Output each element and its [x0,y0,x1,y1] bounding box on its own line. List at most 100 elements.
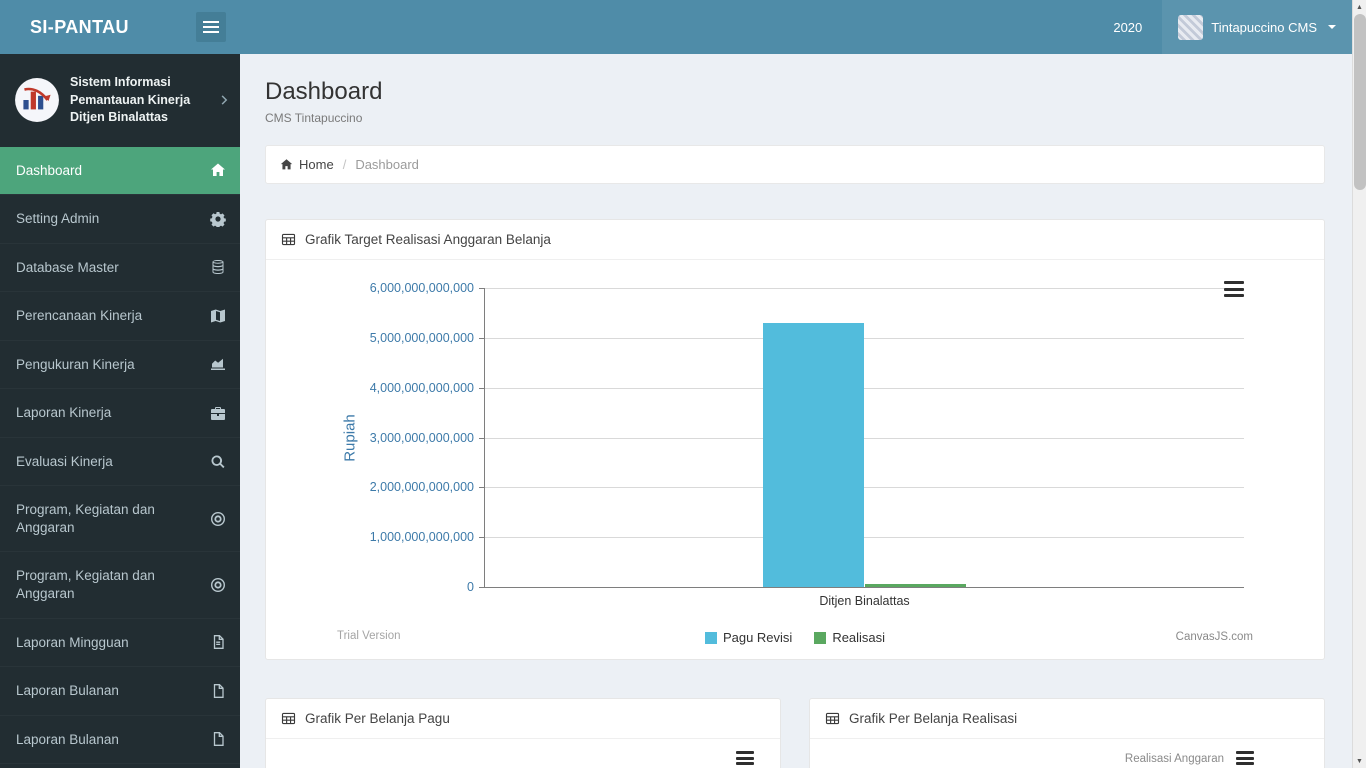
realisasi-chart-panel-title: Grafik Per Belanja Realisasi [849,711,1018,726]
sidebar-item-perencanaan-kinerja[interactable]: Perencanaan Kinerja [0,291,240,340]
legend-item-realisasi[interactable]: Realisasi [814,630,885,645]
content-header: Dashboard CMS Tintapuccino [265,78,1325,125]
breadcrumb-separator: / [342,157,347,172]
y-axis-tick-label: 0 [467,580,474,594]
sidebar-item-program-kegiatan-dan-anggaran[interactable]: Program, Kegiatan dan Anggaran [0,551,240,617]
top-navbar: SI-PANTAU 2020 Tintapuccino CMS [0,0,1352,54]
table-icon [281,232,296,247]
caret-down-icon [1328,25,1336,29]
gridline [485,387,1244,389]
x-axis-category-label: Ditjen Binalattas [819,594,910,608]
sidebar-item-program-kegiatan-dan-anggaran[interactable]: Program, Kegiatan dan Anggaran [0,485,240,551]
briefcase-icon [210,405,226,421]
sidebar-menu: Dashboard Setting Admin Database Master Per… [0,146,240,768]
realisasi-chart-panel: Grafik Per Belanja Realisasi Realisasi A… [809,698,1325,768]
sidebar-item-label: Evaluasi Kinerja [16,453,113,469]
main-chart-panel-title: Grafik Target Realisasi Anggaran Belanja [305,232,551,247]
axis-tick [479,537,485,539]
bullseye-icon [210,511,226,527]
axis-tick [479,387,485,389]
main-content: Dashboard CMS Tintapuccino Home / Dashbo… [240,54,1352,768]
canvasjs-credit-link[interactable]: CanvasJS.com [1176,631,1253,643]
legend-item-pagu-revisi[interactable]: Pagu Revisi [704,630,793,645]
sidebar-item-label: Laporan Bulanan [16,731,119,747]
database-icon [210,259,226,275]
file-alt-icon [210,731,226,747]
axis-tick [479,337,485,339]
sidebar-item-pengukuran-kinerja[interactable]: Pengukuran Kinerja [0,340,240,389]
sidebar-item-label: Laporan Bulanan [16,683,119,699]
gridline [485,288,1244,289]
chart-export-menu-button[interactable] [1236,751,1254,765]
breadcrumb: Home / Dashboard [265,145,1325,184]
user-name: Tintapuccino CMS [1211,19,1317,35]
app-brand[interactable]: SI-PANTAU [0,0,186,54]
page-scrollbar[interactable]: ▲ ▼ [1352,0,1366,768]
user-menu[interactable]: Tintapuccino CMS [1162,0,1352,54]
pagu-chart-area [266,739,780,768]
home-icon [280,158,293,171]
sidebar-item-label: Setting Admin [16,211,100,227]
search-icon [210,454,226,470]
sidebar-item-database-master[interactable]: Database Master [0,243,240,292]
gridline [485,537,1244,539]
main-chart-panel: Grafik Target Realisasi Anggaran Belanja… [265,219,1325,660]
chart-legend: Pagu Revisi Realisasi [266,630,1324,645]
file-icon [210,634,226,650]
gridline [485,437,1244,439]
realisasi-chart-panel-header: Grafik Per Belanja Realisasi [810,699,1324,739]
table-icon [825,711,840,726]
plot-area: 0 1,000,000,000,000 2,000,000,000,000 3,000… [370,281,1244,608]
file-alt-icon [210,683,226,699]
sidebar-item-label: Laporan Kinerja [16,405,112,421]
pagu-chart-panel-title: Grafik Per Belanja Pagu [305,711,450,726]
realisasi-chart-area: Realisasi Anggaran [810,739,1324,768]
chart-export-menu-button[interactable] [1224,281,1244,297]
home-icon [210,162,226,178]
chart-export-menu-button[interactable] [736,751,754,765]
y-axis-tick-label: 1,000,000,000,000 [369,530,474,545]
pagu-chart-panel-header: Grafik Per Belanja Pagu [266,699,780,739]
sidebar-item-laporan-mingguan[interactable]: Laporan Mingguan [0,618,240,667]
bullseye-icon [210,577,226,593]
gridline [485,337,1244,339]
sidebar-item-label: Program, Kegiatan dan Anggaran [16,502,155,535]
sidebar: Sistem Informasi Pemantauan Kinerja Ditj… [0,54,240,768]
sidebar-item-evaluasi-kinerja[interactable]: Evaluasi Kinerja [0,437,240,486]
y-axis-tick-label: 2,000,000,000,000 [369,480,474,495]
y-axis-tick-label: 5,000,000,000,000 [369,330,474,345]
map-icon [210,308,226,324]
sidebar-item-laporan-kinerja[interactable]: Laporan Kinerja [0,388,240,437]
gridline [485,487,1244,489]
user-avatar [1178,14,1204,40]
legend-label: Realisasi [832,630,886,645]
y-axis-tick-label: 3,000,000,000,000 [369,430,474,445]
legend-label: Pagu Revisi [722,630,793,645]
app-logo-image [14,77,60,123]
scroll-up-arrow[interactable]: ▲ [1353,0,1366,14]
app-title: Sistem Informasi Pemantauan Kinerja Ditj… [70,75,191,124]
page-subtitle: CMS Tintapuccino [265,111,363,125]
axis-tick [479,437,485,439]
sidebar-toggle-button[interactable] [196,12,226,42]
legend-swatch [814,631,827,644]
breadcrumb-home-link[interactable]: Home [299,157,334,172]
scrollbar-thumb[interactable] [1354,14,1366,190]
sidebar-item-label: Dashboard [16,162,83,178]
sidebar-item-dashboard[interactable]: Dashboard [0,146,240,195]
sidebar-item-summary-laporan-masalah-bulanan[interactable]: Summary Laporan Masalah Bulanan [0,763,240,768]
y-axis-tick-label: 6,000,000,000,000 [369,281,474,295]
axis-tick [479,487,485,489]
sidebar-item-laporan-bulanan[interactable]: Laporan Bulanan [0,666,240,715]
sidebar-item-label: Program, Kegiatan dan Anggaran [16,568,155,601]
sidebar-item-laporan-bulanan[interactable]: Laporan Bulanan [0,715,240,764]
sidebar-app-header[interactable]: Sistem Informasi Pemantauan Kinerja Ditj… [0,54,240,147]
year-menu-item[interactable]: 2020 [1093,0,1162,54]
y-axis-tick-label: 4,000,000,000,000 [369,380,474,395]
sidebar-item-setting-admin[interactable]: Setting Admin [0,194,240,243]
main-chart-panel-header: Grafik Target Realisasi Anggaran Belanja [266,220,1324,260]
table-icon [281,711,296,726]
bar-pagu-revisi [762,322,865,587]
scroll-down-arrow[interactable]: ▼ [1353,754,1366,768]
chart-area: Rupiah 0 1,000,000,000,000 2,000,000,000,0… [266,260,1324,659]
